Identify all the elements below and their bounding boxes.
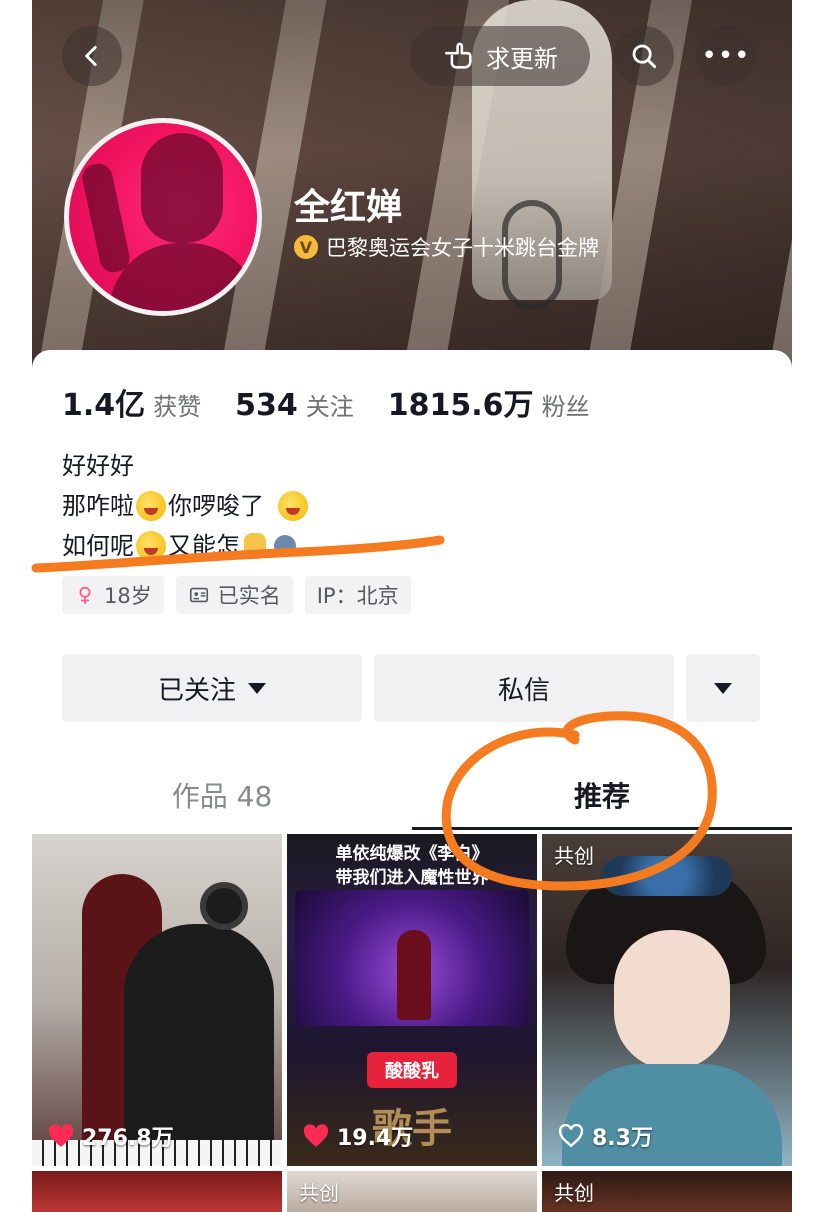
left-gutter: [0, 0, 32, 1212]
following-button-label: 已关注: [157, 675, 236, 706]
video-thumbnail[interactable]: 276.8万: [32, 834, 282, 1166]
bio-line: 如何呢 又能怎: [62, 526, 310, 566]
message-button[interactable]: 私信: [374, 654, 674, 722]
video-thumbnail[interactable]: 单依纯爆改《李白》 带我们进入魔性世界 酸酸乳 歌手 19.4万: [287, 834, 537, 1166]
bio: 好好好 那咋啦 你啰唆了 如何呢 又能怎: [62, 446, 310, 566]
video-caption-line: 带我们进入魔性世界: [335, 868, 489, 888]
caret-down-icon: [248, 682, 266, 694]
video-thumbnail[interactable]: 共创 8.3万: [542, 834, 792, 1166]
following-label: 关注: [305, 393, 354, 421]
profile-sheet: 1.4亿 获赞 534 关注 1815.6万 粉丝 好好好 那咋啦 你啰唆了 如…: [32, 350, 792, 1212]
age-text: 18岁: [104, 584, 152, 608]
video-thumbnail[interactable]: [32, 1171, 282, 1212]
profile-name: 全红婵: [294, 187, 403, 228]
gender-female-icon: [79, 586, 91, 605]
tongue-out-emoji-icon: [278, 491, 308, 521]
profile-tags: 18岁 已实名 IP：北京: [62, 576, 411, 614]
bio-text: 如何呢: [62, 532, 134, 560]
more-options-button[interactable]: •••: [696, 26, 756, 86]
caret-down-icon: [714, 682, 732, 694]
co-create-badge: 共创: [299, 1181, 339, 1205]
followers-label: 粉丝: [541, 393, 590, 421]
stat-following[interactable]: 534 关注: [235, 387, 354, 423]
chevron-left-icon: [85, 45, 97, 67]
bio-text: 你啰唆了: [168, 492, 264, 520]
bio-line: 好好好: [62, 446, 310, 486]
co-create-badge: 共创: [554, 844, 594, 868]
vinyl-record-icon: [200, 882, 248, 930]
age-tag: 18岁: [62, 576, 164, 614]
bio-line: 那咋啦 你啰唆了: [62, 486, 310, 526]
id-card-icon: [189, 587, 208, 603]
back-button[interactable]: [62, 26, 122, 86]
realname-text: 已实名: [217, 584, 281, 608]
message-button-label: 私信: [497, 675, 550, 706]
heart-filled-icon: [48, 1124, 74, 1147]
realname-tag: 已实名: [175, 576, 293, 614]
silly-face-emoji-icon: [136, 491, 166, 521]
more-dots-icon: •••: [701, 41, 751, 71]
followers-count: 1815.6万: [387, 388, 534, 423]
more-actions-dropdown[interactable]: [686, 654, 760, 722]
headdress: [602, 856, 732, 896]
avatar[interactable]: [64, 118, 262, 316]
like-count-text: 276.8万: [82, 1126, 174, 1151]
search-icon: [632, 44, 657, 69]
heart-filled-icon: [303, 1124, 329, 1147]
like-count: 276.8万: [48, 1120, 174, 1152]
video-caption-line: 单依纯爆改《李白》: [335, 844, 489, 864]
likes-label: 获赞: [153, 393, 202, 421]
ip-text: IP：北京: [316, 584, 399, 608]
co-create-badge: 共创: [554, 1181, 594, 1205]
request-update-button[interactable]: 求更新: [410, 26, 590, 86]
tab-recommend[interactable]: 推荐: [412, 760, 792, 830]
verification-line: V 巴黎奥运会女子十米跳台金牌: [294, 232, 599, 262]
request-update-label: 求更新: [486, 44, 558, 73]
bio-text: 那咋啦: [62, 492, 134, 520]
point-hand-icon: [444, 42, 472, 69]
video-thumbnail[interactable]: 共创: [287, 1171, 537, 1212]
like-count-text: 19.4万: [337, 1126, 414, 1151]
content-tabs: 作品 48 推荐: [32, 760, 792, 830]
video-caption: 单依纯爆改《李白》 带我们进入魔性世界: [287, 842, 537, 890]
like-count: 19.4万: [303, 1120, 413, 1152]
sponsor-logo: 酸酸乳: [367, 1052, 457, 1088]
bubble-emoji-icon: [274, 535, 296, 557]
bio-text: 又能怎: [168, 532, 240, 560]
search-button[interactable]: [614, 26, 674, 86]
bio-text: 好好好: [62, 452, 134, 480]
like-count: 8.3万: [558, 1120, 653, 1152]
video-thumbnail[interactable]: 共创: [542, 1171, 792, 1212]
ip-tag: IP：北京: [304, 576, 411, 614]
verification-text: 巴黎奥运会女子十米跳台金牌: [326, 236, 599, 260]
stat-followers[interactable]: 1815.6万 粉丝: [388, 380, 590, 424]
likes-count: 1.4亿: [62, 388, 146, 423]
winking-tongue-emoji-icon: [136, 531, 166, 561]
tab-works[interactable]: 作品 48: [32, 760, 412, 830]
stat-likes[interactable]: 1.4亿 获赞: [62, 380, 201, 424]
profile-screen: 求更新 ••• 全红婵 V 巴黎奥运会女子十米跳台金牌 1.4亿 获赞 534 …: [32, 0, 792, 1212]
right-gutter: [792, 0, 824, 1212]
hand-emoji-icon: [244, 533, 266, 559]
action-buttons: 已关注 私信: [62, 654, 760, 722]
stats-row: 1.4亿 获赞 534 关注 1815.6万 粉丝: [62, 380, 624, 424]
heart-outline-icon: [558, 1124, 584, 1148]
video-grid: 276.8万 单依纯爆改《李白》 带我们进入魔性世界 酸酸乳 歌手 19.4万: [32, 834, 792, 1212]
verified-badge-icon: V: [294, 235, 318, 259]
following-button[interactable]: 已关注: [62, 654, 362, 722]
following-count: 534: [235, 388, 298, 423]
like-count-text: 8.3万: [592, 1126, 653, 1151]
